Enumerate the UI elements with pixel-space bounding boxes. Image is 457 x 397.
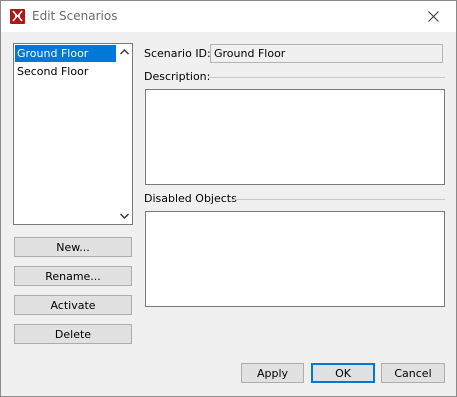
description-separator (209, 77, 445, 78)
delete-button[interactable]: Delete (14, 324, 132, 344)
list-item[interactable]: Second Floor (15, 63, 118, 80)
close-icon (428, 11, 439, 22)
disabled-objects-separator (232, 199, 445, 200)
ok-button[interactable]: OK (311, 363, 375, 383)
list-item[interactable]: Ground Floor (15, 45, 118, 62)
window-title: Edit Scenarios (32, 9, 118, 23)
apply-button[interactable]: Apply (241, 363, 304, 383)
cancel-button[interactable]: Cancel (381, 363, 445, 383)
scenario-list[interactable]: Ground Floor Second Floor (13, 43, 133, 225)
scroll-up-button[interactable] (116, 44, 132, 60)
scenario-id-field: Ground Floor (210, 44, 443, 63)
edit-scenarios-dialog: Edit Scenarios Ground Floor Second Floor… (0, 0, 457, 397)
disabled-objects-label: Disabled Objects (144, 192, 237, 205)
chevron-up-icon (119, 49, 129, 55)
chevron-down-icon (119, 213, 129, 219)
app-logo-icon (10, 9, 25, 24)
disabled-objects-list[interactable] (145, 211, 445, 307)
new-button[interactable]: New... (14, 237, 132, 257)
close-button[interactable] (411, 1, 456, 32)
scroll-down-button[interactable] (116, 208, 132, 224)
description-textarea[interactable] (145, 89, 445, 185)
title-bar: Edit Scenarios (1, 1, 456, 32)
list-scrollbar[interactable] (116, 44, 132, 224)
rename-button[interactable]: Rename... (14, 266, 132, 286)
activate-button[interactable]: Activate (14, 295, 132, 315)
scenario-id-label: Scenario ID: (144, 47, 211, 60)
description-label: Description: (144, 70, 211, 83)
